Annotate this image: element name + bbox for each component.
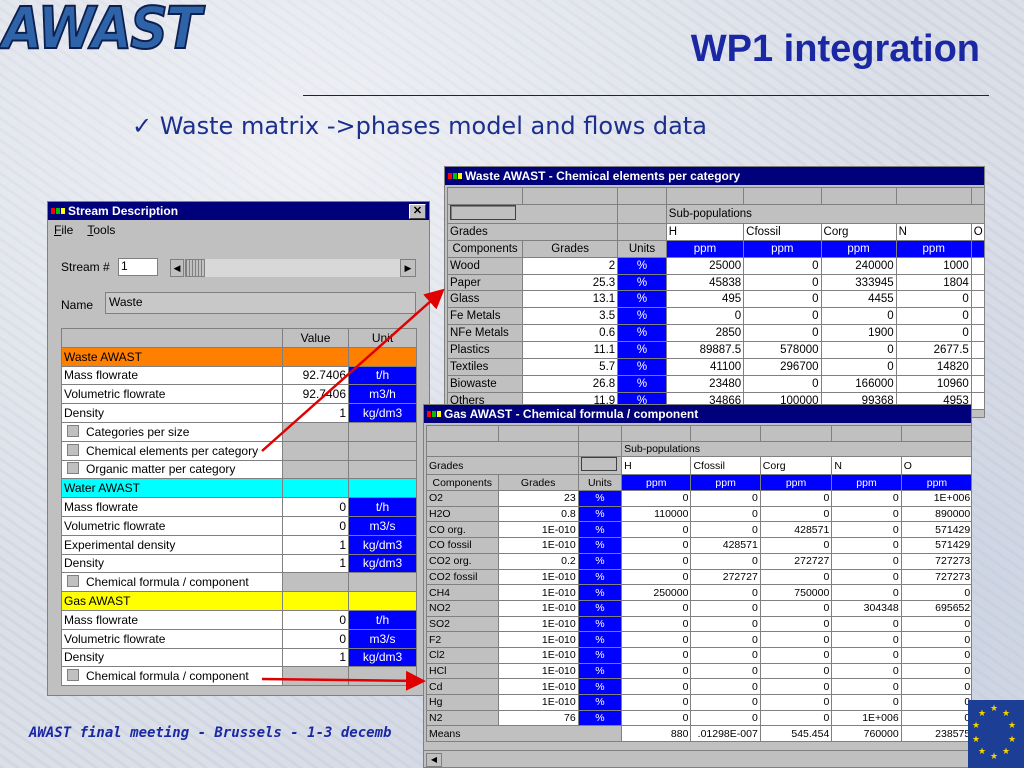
arrow-to-gas-window (261, 670, 426, 691)
footer-text: AWAST final meeting - Brussels - 1-3 dec… (29, 725, 392, 741)
arrow-to-waste-window (261, 288, 445, 452)
arrows-layer (261, 288, 445, 691)
eu-flag-icon: ★ ★ ★ ★ ★ ★ ★ ★ ★ ★ (968, 700, 1024, 768)
